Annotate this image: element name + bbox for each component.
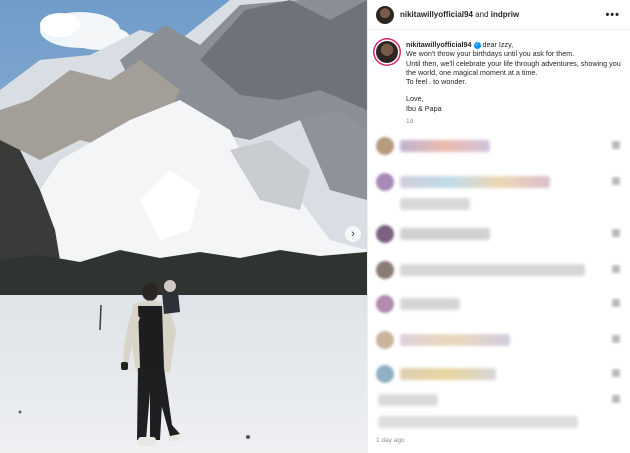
- list-item: [374, 412, 624, 434]
- list-item: [374, 390, 624, 412]
- comment-list: [368, 132, 630, 432]
- post-timestamp: 1 day ago: [376, 437, 405, 444]
- list-item: [374, 194, 624, 216]
- caption-line: We won't throw your birthdays until you …: [406, 49, 575, 59]
- ellipsis-icon[interactable]: •••: [605, 9, 620, 21]
- heart-icon[interactable]: [612, 141, 620, 149]
- caption-line: To feel . to wonder.: [406, 77, 467, 87]
- header-collaborator[interactable]: indpriw: [491, 10, 519, 19]
- blurred-comment: [400, 140, 490, 152]
- carousel-next-arrow-icon[interactable]: ›: [345, 226, 361, 242]
- list-item: [374, 136, 624, 158]
- mountain-lake-photo: [0, 0, 367, 453]
- post-header: nikitawillyofficial94 and indpriw •••: [368, 0, 630, 30]
- post-photo[interactable]: ›: [0, 0, 367, 453]
- heart-icon[interactable]: [612, 335, 620, 343]
- heart-icon[interactable]: [612, 177, 620, 185]
- caption-age: 1d: [406, 118, 414, 126]
- avatar: [376, 137, 394, 155]
- list-item: [374, 260, 624, 282]
- blurred-comment: [378, 394, 438, 406]
- caption-body: nikitawillyofficial94 ✓ dear Izzy, We won'…: [406, 40, 622, 126]
- list-item: [374, 294, 624, 316]
- header-usernames: nikitawillyofficial94 and indpriw: [400, 10, 519, 19]
- heart-icon[interactable]: [612, 299, 620, 307]
- avatar: [376, 295, 394, 313]
- heart-icon[interactable]: [612, 265, 620, 273]
- avatar[interactable]: [376, 5, 394, 24]
- heart-icon[interactable]: [612, 395, 620, 403]
- blurred-comment: [400, 334, 510, 346]
- avatar: [376, 173, 394, 191]
- post-side-panel: nikitawillyofficial94 and indpriw ••• ni…: [367, 0, 630, 453]
- blurred-comment: [400, 298, 460, 310]
- avatar: [376, 331, 394, 349]
- instagram-post: › nikitawillyofficial94 and indpriw ••• …: [0, 0, 630, 453]
- heart-icon[interactable]: [612, 229, 620, 237]
- blurred-comment: [400, 368, 496, 380]
- list-item: [374, 330, 624, 352]
- blurred-comment: [378, 416, 578, 428]
- caption-line: Until then, we'll celebrate your life th…: [406, 58, 621, 77]
- avatar: [376, 225, 394, 243]
- blurred-comment: [400, 228, 490, 240]
- avatar: [376, 365, 394, 383]
- caption-username[interactable]: nikitawillyofficial94: [406, 40, 472, 49]
- list-item: [374, 364, 624, 386]
- list-item: [374, 172, 624, 194]
- header-conjunction: and: [475, 10, 489, 19]
- verified-badge-icon: ✓: [473, 41, 481, 49]
- heart-icon[interactable]: [612, 369, 620, 377]
- caption-avatar[interactable]: [376, 41, 398, 63]
- caption-line: Love,: [406, 94, 424, 104]
- list-item: [374, 224, 624, 246]
- avatar: [376, 261, 394, 279]
- blurred-comment: [400, 264, 585, 276]
- header-username[interactable]: nikitawillyofficial94: [400, 10, 473, 19]
- blurred-comment: [400, 176, 550, 188]
- blurred-comment: [400, 198, 470, 210]
- caption-line: Ibu & Papa: [406, 103, 442, 113]
- caption-greeting: dear Izzy,: [482, 40, 514, 49]
- post-caption: nikitawillyofficial94 ✓ dear Izzy, We won'…: [368, 30, 630, 126]
